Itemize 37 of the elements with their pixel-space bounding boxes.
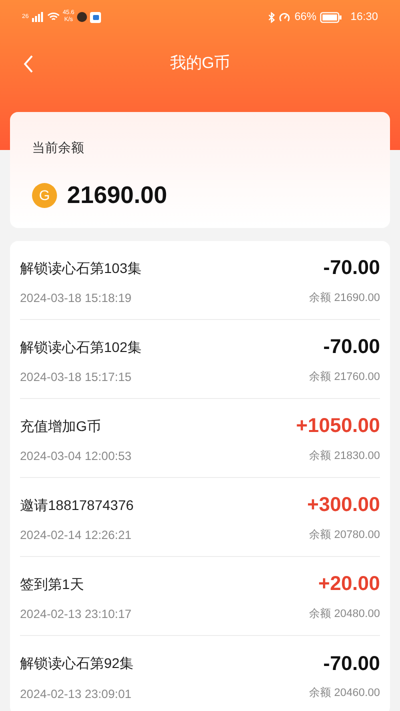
- record-amount: +300.00: [307, 493, 380, 518]
- app-notification-icon: [90, 12, 102, 22]
- record-time: 2024-03-18 15:18:19: [20, 290, 132, 307]
- record-title: 充值增加G币: [20, 416, 101, 436]
- record-title: 签到第1天: [20, 574, 84, 594]
- clock: 16:30: [350, 10, 378, 25]
- record-title: 邀请18817874376: [20, 496, 134, 514]
- balance-label: 当前余额: [32, 139, 85, 157]
- battery-percent: 66%: [294, 10, 316, 25]
- page-title: 我的G币: [170, 54, 230, 74]
- record-time: 2024-02-13 23:10:17: [20, 606, 132, 623]
- record-amount: -70.00: [323, 652, 380, 676]
- record-balance: 余额 21760.00: [309, 370, 380, 385]
- bluetooth-icon: [268, 12, 276, 22]
- record-balance: 余额 20780.00: [309, 528, 380, 543]
- record-title: 解锁读心石第92集: [20, 654, 134, 673]
- wifi-icon: [46, 12, 60, 22]
- coin-icon: G: [32, 183, 57, 208]
- record-balance: 余额 21830.00: [309, 448, 380, 464]
- record-time: 2024-02-14 12:26:21: [20, 527, 132, 544]
- record-time: 2024-02-13 23:09:01: [20, 686, 132, 702]
- record-balance: 余额 20480.00: [309, 606, 380, 622]
- record-balance: 余额 20460.00: [309, 686, 380, 702]
- record-amount: -70.00: [323, 335, 380, 360]
- balance-amount: 21690.00: [67, 180, 168, 210]
- record-amount: +1050.00: [296, 414, 380, 439]
- signal-icon: [32, 12, 44, 22]
- record-time: 2024-03-18 15:17:15: [20, 369, 132, 386]
- record-title: 解锁读心石第103集: [20, 258, 142, 278]
- record-amount: -70.00: [323, 256, 380, 281]
- battery-icon: [320, 12, 342, 22]
- record-amount: +20.00: [318, 572, 380, 597]
- record-balance: 余额 21690.00: [309, 290, 380, 306]
- record-time: 2024-03-04 12:00:53: [20, 448, 132, 465]
- back-icon: [22, 55, 34, 73]
- record-title: 解锁读心石第102集: [20, 338, 142, 356]
- gauge-icon: [279, 12, 290, 22]
